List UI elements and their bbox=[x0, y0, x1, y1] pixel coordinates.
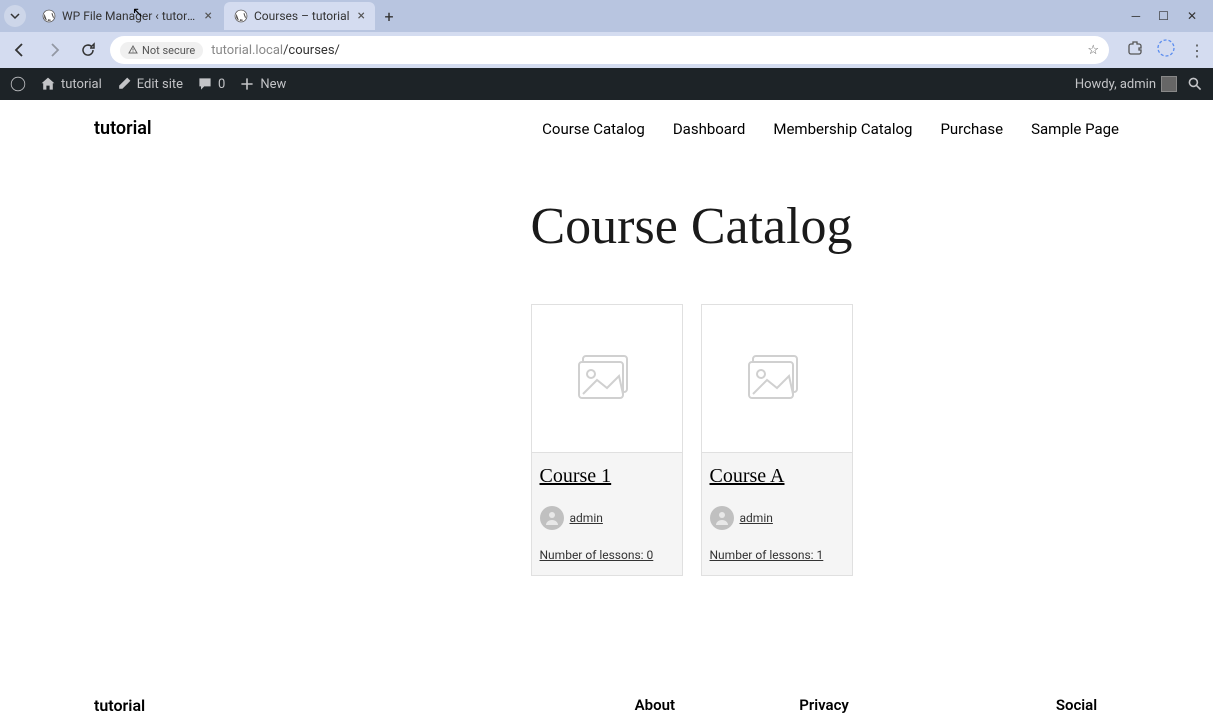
comment-icon bbox=[197, 76, 213, 92]
avatar bbox=[710, 506, 734, 530]
close-icon[interactable]: × bbox=[205, 8, 212, 24]
wp-site-name: tutorial bbox=[61, 77, 102, 92]
wp-comments[interactable]: 0 bbox=[197, 76, 225, 92]
course-card[interactable]: Course A admin Number of lessons: 1 bbox=[701, 304, 853, 576]
avatar bbox=[1161, 76, 1177, 92]
url-bar[interactable]: Not secure tutorial.local/courses/ ☆ bbox=[110, 36, 1109, 64]
placeholder-image-icon bbox=[747, 354, 807, 404]
url-path: /courses/ bbox=[283, 43, 340, 58]
wordpress-icon bbox=[42, 9, 56, 23]
placeholder-image-icon bbox=[577, 354, 637, 404]
wp-search[interactable] bbox=[1187, 76, 1203, 92]
security-badge[interactable]: Not secure bbox=[120, 42, 203, 59]
extensions-icon[interactable] bbox=[1127, 40, 1143, 60]
wordpress-icon bbox=[234, 9, 248, 23]
nav-link[interactable]: Membership Catalog bbox=[773, 120, 912, 138]
site-title[interactable]: tutorial bbox=[94, 118, 152, 139]
wp-user-menu[interactable]: Howdy, admin bbox=[1075, 76, 1177, 92]
wp-comments-count: 0 bbox=[218, 77, 225, 92]
forward-button[interactable] bbox=[42, 38, 66, 62]
lessons-count-link[interactable]: Number of lessons: 1 bbox=[710, 548, 824, 562]
close-window-button[interactable]: ✕ bbox=[1187, 9, 1197, 23]
course-title-link[interactable]: Course 1 bbox=[540, 465, 674, 488]
nav-link[interactable]: Course Catalog bbox=[542, 120, 645, 138]
wp-edit-label: Edit site bbox=[137, 77, 183, 92]
new-tab-button[interactable]: + bbox=[377, 4, 401, 28]
author-link[interactable]: admin bbox=[570, 511, 603, 525]
tab-search-dropdown[interactable] bbox=[4, 5, 26, 27]
pencil-icon bbox=[116, 76, 132, 92]
nav-link[interactable]: Dashboard bbox=[673, 120, 746, 138]
reload-button[interactable] bbox=[76, 38, 100, 62]
avatar bbox=[540, 506, 564, 530]
footer-heading: Social bbox=[1056, 696, 1119, 714]
close-icon[interactable]: × bbox=[358, 8, 365, 24]
site-footer: tutorial About Team History Privacy Priv… bbox=[0, 656, 1213, 724]
wp-new[interactable]: New bbox=[239, 76, 286, 92]
footer-heading: About bbox=[635, 696, 680, 714]
address-bar: Not secure tutorial.local/courses/ ☆ ⋮ bbox=[0, 32, 1213, 68]
browser-tab[interactable]: Courses – tutorial × bbox=[224, 2, 375, 30]
author-link[interactable]: admin bbox=[740, 511, 773, 525]
back-button[interactable] bbox=[8, 38, 32, 62]
tab-title: WP File Manager ‹ tutorial — W bbox=[62, 9, 197, 23]
course-card[interactable]: Course 1 admin Number of lessons: 0 bbox=[531, 304, 683, 576]
site-nav: Course Catalog Dashboard Membership Cata… bbox=[542, 120, 1119, 138]
wp-logo[interactable] bbox=[10, 76, 26, 92]
course-title-link[interactable]: Course A bbox=[710, 465, 844, 488]
wp-site-link[interactable]: tutorial bbox=[40, 76, 102, 92]
home-icon bbox=[40, 76, 56, 92]
footer-heading: Privacy bbox=[799, 696, 936, 714]
nav-link[interactable]: Purchase bbox=[940, 120, 1003, 138]
minimize-button[interactable]: ─ bbox=[1132, 9, 1141, 23]
page-title: Course Catalog bbox=[531, 197, 943, 256]
tab-title: Courses – tutorial bbox=[254, 9, 350, 23]
lessons-count-link[interactable]: Number of lessons: 0 bbox=[540, 548, 654, 562]
browser-chrome: WP File Manager ‹ tutorial — W × Courses… bbox=[0, 0, 1213, 68]
search-icon bbox=[1187, 76, 1203, 92]
url-domain: tutorial.local bbox=[211, 43, 283, 58]
tab-bar: WP File Manager ‹ tutorial — W × Courses… bbox=[0, 0, 1213, 32]
site-header: tutorial Course Catalog Dashboard Member… bbox=[0, 100, 1213, 157]
bookmark-icon[interactable]: ☆ bbox=[1087, 43, 1099, 58]
page-viewport[interactable]: tutorial Course Catalog Dashboard Member… bbox=[0, 100, 1213, 724]
not-secure-label: Not secure bbox=[142, 44, 195, 57]
wp-howdy: Howdy, admin bbox=[1075, 77, 1156, 92]
nav-link[interactable]: Sample Page bbox=[1031, 120, 1119, 138]
wp-admin-bar: tutorial Edit site 0 New Howdy, admin bbox=[0, 68, 1213, 100]
wp-new-label: New bbox=[260, 77, 286, 92]
course-thumbnail bbox=[532, 305, 682, 453]
browser-tab[interactable]: WP File Manager ‹ tutorial — W × bbox=[32, 2, 222, 30]
menu-icon[interactable]: ⋮ bbox=[1189, 41, 1205, 60]
course-thumbnail bbox=[702, 305, 852, 453]
wp-edit-site[interactable]: Edit site bbox=[116, 76, 183, 92]
course-grid: Course 1 admin Number of lessons: 0 Cour… bbox=[531, 304, 943, 576]
maximize-button[interactable]: ☐ bbox=[1158, 9, 1169, 23]
plus-icon bbox=[239, 76, 255, 92]
profile-icon[interactable] bbox=[1157, 39, 1175, 61]
warning-icon bbox=[128, 45, 138, 55]
